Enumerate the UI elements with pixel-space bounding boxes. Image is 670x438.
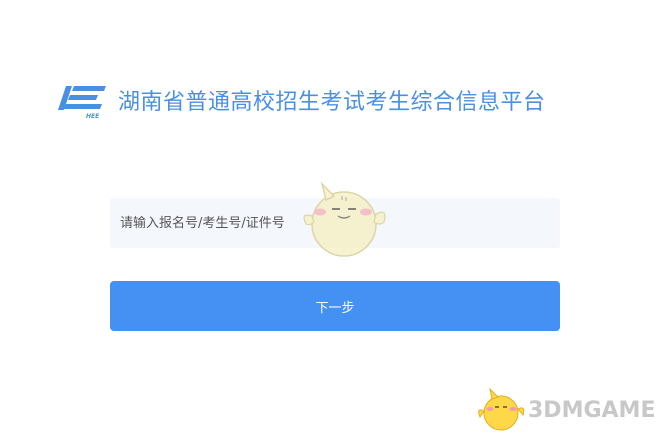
watermark-text: 3DMGAME [528, 397, 656, 423]
page-title: 湖南省普通高校招生考试考生综合信息平台 [118, 90, 546, 115]
watermark: 3DMGAME [476, 386, 666, 434]
platform-header: HEE 湖南省普通高校招生考试考生综合信息平台 [58, 80, 546, 120]
mascot-sticker-icon [303, 181, 386, 257]
svg-text:HEE: HEE [86, 113, 100, 120]
next-step-button[interactable]: 下一步 [110, 281, 560, 331]
watermark-mascot-icon [478, 387, 525, 431]
hee-logo-icon: HEE [58, 86, 106, 120]
login-page: HEE 湖南省普通高校招生考试考生综合信息平台 下一步 3DMGAME [0, 0, 670, 438]
